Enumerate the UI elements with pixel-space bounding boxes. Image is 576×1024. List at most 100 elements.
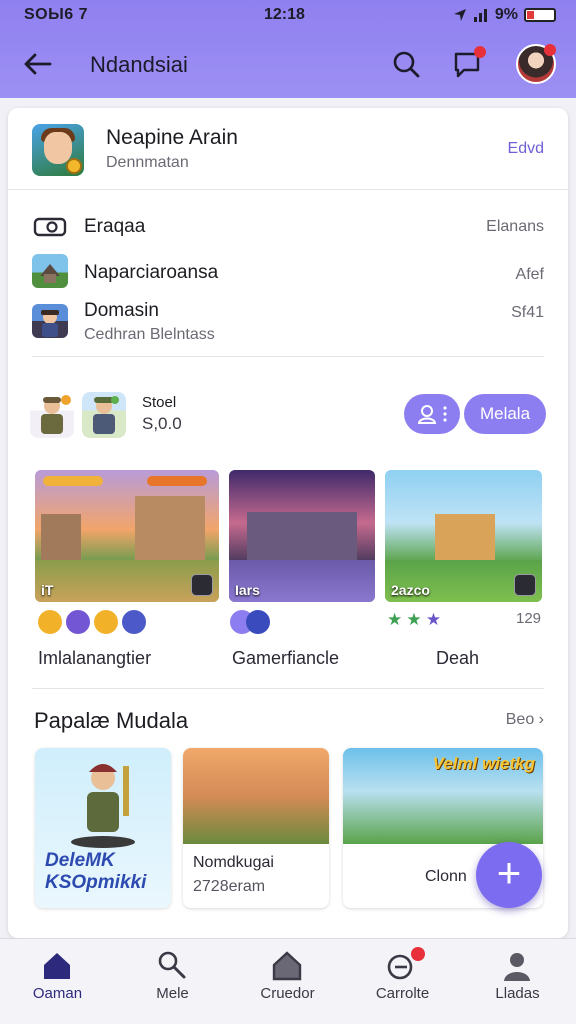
- star-icon: ★: [406, 610, 422, 629]
- status-time: 12:18: [264, 6, 305, 23]
- game-name: Deah: [436, 648, 480, 668]
- game-mini-icon: [191, 574, 213, 596]
- bottom-nav: Oaman Mele Cruedor Carrolte Lladas: [0, 938, 576, 1024]
- status-bar: SOЫ6 7 12:18 9%: [0, 6, 576, 28]
- game-tag: Iars: [235, 582, 260, 598]
- location-icon: [453, 9, 466, 21]
- search-icon[interactable]: [390, 48, 422, 80]
- nav-label: Oaman: [32, 985, 83, 1002]
- chat-button[interactable]: [452, 46, 486, 80]
- nav-label: Mele: [156, 985, 189, 1002]
- game-thumb-icon: [32, 304, 68, 338]
- profile-subtitle: Dennmatan: [106, 154, 189, 171]
- divider: [32, 356, 544, 357]
- game-name: Gamerfiancle: [232, 648, 340, 668]
- nav-label: Carrolte: [375, 985, 430, 1002]
- list-item[interactable]: Naparciaroansa Afef: [32, 252, 544, 292]
- list-item[interactable]: Domasin Cedhran Blelntass Sf41: [32, 296, 544, 352]
- badge-icon: [122, 610, 146, 634]
- list-item-value: Elanans: [486, 218, 544, 235]
- soldier-thumb-icon[interactable]: [82, 392, 126, 438]
- home-icon: [44, 953, 70, 979]
- nav-create[interactable]: Cruedor: [230, 939, 345, 1024]
- nav-home[interactable]: Oaman: [0, 939, 115, 1024]
- person-icon: [504, 953, 530, 981]
- more-vert-icon: [443, 406, 447, 422]
- badge-icon: [38, 610, 62, 634]
- soldier-figure-icon: [71, 764, 135, 848]
- coin-icon: [66, 158, 82, 174]
- nav-label: Cruedor: [260, 985, 315, 1002]
- list-item[interactable]: Eraqaa Elanans: [32, 208, 544, 248]
- game-tag: 2azco: [391, 582, 430, 598]
- star-icon: ★: [387, 610, 403, 629]
- profile-header: Neapine Arain Dennmatan Edvd: [8, 108, 568, 190]
- nav-search[interactable]: Mele: [115, 939, 230, 1024]
- section-title: Papalæ Mudala: [34, 708, 189, 733]
- featured-title: Clonn: [425, 868, 467, 885]
- nav-cart[interactable]: Carrolte: [345, 939, 460, 1024]
- game-card[interactable]: 2azco: [385, 470, 542, 602]
- status-left: SOЫ6 7: [24, 6, 89, 23]
- battery-percent: 9%: [494, 6, 518, 23]
- person-icon: [417, 405, 437, 424]
- badge-icon: [94, 610, 118, 634]
- game-card[interactable]: Iars: [229, 470, 375, 602]
- game-tag: iT: [41, 582, 54, 598]
- featured-banner: Velml wietkg: [432, 754, 535, 773]
- nav-label: Lladas: [495, 985, 540, 1002]
- game-name: Imlalanangtier: [38, 648, 152, 668]
- profile-name: Neapine Arain: [106, 126, 238, 149]
- collection-value: S,0.0: [142, 414, 182, 433]
- game-card[interactable]: iT: [35, 470, 219, 602]
- list-item-subtitle: Cedhran Blelntass: [84, 326, 215, 343]
- featured-title: Nomdkugai: [193, 854, 274, 871]
- list-item-title: Eraqaa: [84, 216, 146, 237]
- page-title: Ndandsiai: [90, 52, 188, 77]
- toggle-icon: [33, 217, 67, 237]
- house-thumb-icon: [32, 254, 68, 288]
- game-rating: ★ ★ ★: [387, 610, 441, 630]
- list-item-title: Naparciaroansa: [84, 262, 219, 283]
- chevron-right-icon: ›: [534, 711, 544, 728]
- game-badges: [38, 610, 146, 634]
- game-badges: [230, 610, 270, 634]
- status-right: 9%: [453, 6, 556, 24]
- star-icon: ★: [425, 610, 442, 629]
- see-all-link[interactable]: Beo ›: [506, 711, 544, 729]
- rating-count: 129: [516, 610, 542, 627]
- profile-image[interactable]: [32, 124, 84, 176]
- featured-card[interactable]: Nomdkugai 2728eram: [183, 748, 329, 908]
- badge-icon: [66, 610, 90, 634]
- nav-profile[interactable]: Lladas: [460, 939, 575, 1024]
- profile-pill-button[interactable]: [404, 394, 460, 434]
- avatar[interactable]: [516, 44, 556, 84]
- collection-button[interactable]: Melala: [464, 394, 546, 434]
- notification-dot: [474, 46, 486, 58]
- edit-link[interactable]: Edvd: [508, 140, 544, 158]
- signal-icon: [473, 9, 487, 22]
- badge-icon: [246, 610, 270, 634]
- character-thumb-icon[interactable]: [30, 392, 74, 438]
- featured-logo-text: DeleMK KSOpmikki: [45, 850, 147, 893]
- hud-bar: [43, 476, 103, 486]
- add-fab[interactable]: +: [476, 842, 542, 908]
- hud-bar: [147, 476, 207, 486]
- avatar-notification-dot: [544, 44, 556, 56]
- games-row: iT Imlalanangtier Iars Gamerfiancle 2azc…: [8, 470, 568, 680]
- list-item-value: Sf41: [511, 304, 544, 321]
- game-mini-icon: [514, 574, 536, 596]
- see-all-label: Beo: [505, 711, 535, 728]
- list-item-title: Domasin: [84, 300, 159, 321]
- main-card: Neapine Arain Dennmatan Edvd Eraqaa Elan…: [8, 108, 568, 938]
- top-bar: SOЫ6 7 12:18 9% Ndandsiai: [0, 0, 576, 98]
- divider: [32, 688, 544, 689]
- battery-icon: [524, 8, 556, 22]
- plus-icon: +: [496, 849, 522, 896]
- collection-row: Stoel S,0.0 Melala: [8, 378, 568, 458]
- featured-card[interactable]: DeleMK KSOpmikki: [35, 748, 171, 908]
- back-arrow-icon[interactable]: [22, 50, 54, 78]
- collection-label: Stoel: [142, 394, 177, 411]
- search-tag-icon: [158, 951, 186, 979]
- nav-badge: [411, 947, 425, 961]
